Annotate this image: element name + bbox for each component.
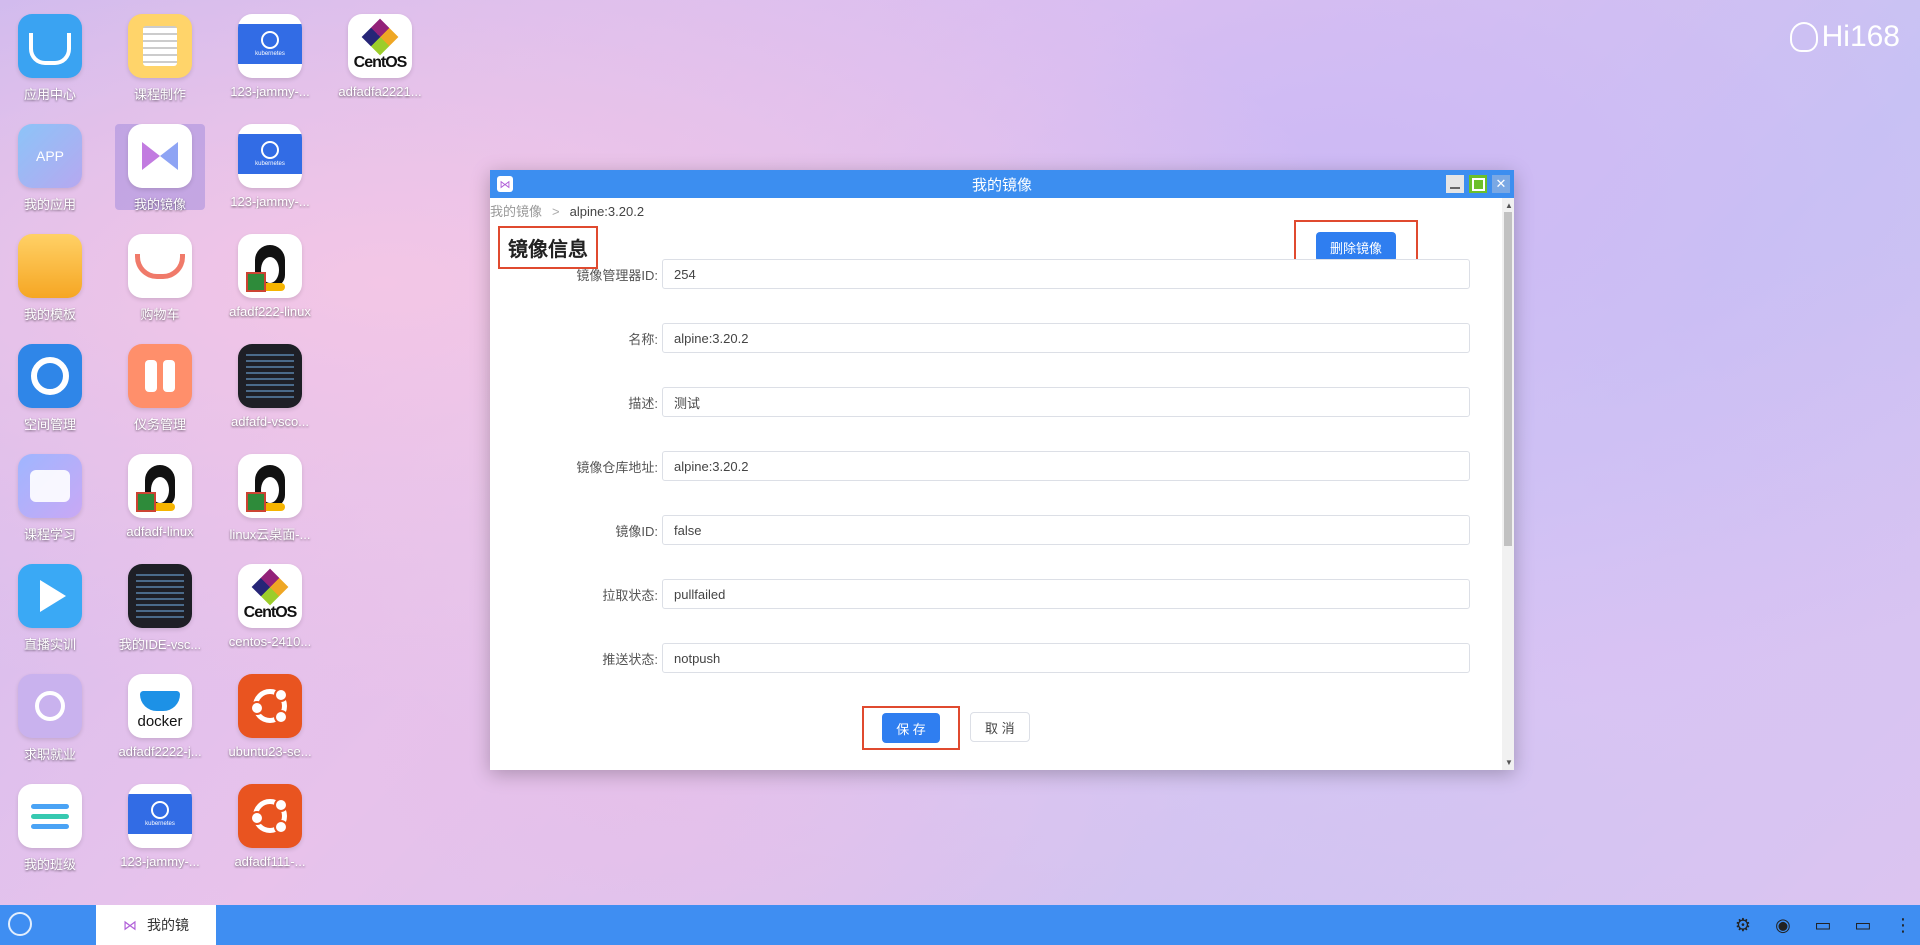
- shopping-bag-icon: [18, 14, 82, 78]
- desktop-icon-service-management[interactable]: 仪务管理: [110, 344, 210, 433]
- desktop-icon-ubuntu-2[interactable]: adfadf111-...: [220, 784, 320, 869]
- taskbar: ⋈ 我的镜 ⚙ ◉ ▭ ▭ ⋮: [0, 905, 1920, 945]
- desktop-icon-adfadf-linux[interactable]: adfadf-linux: [110, 454, 210, 539]
- chat-icon[interactable]: ▭: [1812, 914, 1834, 936]
- maximize-button[interactable]: [1469, 175, 1487, 193]
- desktop-icon-my-ide[interactable]: 我的IDE-vsc...: [110, 564, 210, 653]
- bowtie-icon: [128, 124, 192, 188]
- monitor-icon[interactable]: ▭: [1852, 914, 1874, 936]
- minimize-button[interactable]: [1446, 175, 1464, 193]
- bear-icon: [1789, 22, 1818, 52]
- linux-tux-icon: [238, 454, 302, 518]
- desktop-icon-docker[interactable]: docker adfadf2222-j...: [110, 674, 210, 759]
- close-button[interactable]: ✕: [1492, 175, 1510, 193]
- description-input[interactable]: [662, 387, 1470, 417]
- form-row: 镜像仓库地址:: [490, 450, 1490, 482]
- linux-tux-icon: [238, 234, 302, 298]
- desktop-icon-ubuntu-1[interactable]: ubuntu23-se...: [220, 674, 320, 759]
- bowtie-icon: ⋈: [123, 916, 137, 933]
- book-icon: [18, 454, 82, 518]
- desktop-icon-my-apps[interactable]: APP 我的应用: [0, 124, 100, 213]
- ubuntu-icon: [238, 784, 302, 848]
- image-manager-id-input[interactable]: [662, 259, 1470, 289]
- ubuntu-icon: [238, 674, 302, 738]
- kubernetes-icon: kubernetes: [238, 124, 302, 188]
- breadcrumb-current: alpine:3.20.2: [569, 204, 645, 219]
- desktop-icon-my-images[interactable]: 我的镜像: [115, 124, 205, 212]
- form-row: 推送状态:: [490, 642, 1490, 674]
- my-images-window: ⋈ 我的镜像 ✕ 我的镜像 > alpine:3.20.2 镜像信息 删除镜像 镜像…: [490, 170, 1514, 770]
- list-icon: [18, 784, 82, 848]
- bowtie-icon: ⋈: [497, 176, 513, 192]
- start-menu-icon[interactable]: [8, 912, 32, 936]
- scrollbar-thumb[interactable]: [1504, 212, 1512, 546]
- pull-status-input[interactable]: [662, 579, 1470, 609]
- code-editor-icon: [128, 564, 192, 628]
- window-title: 我的镜像: [971, 176, 1032, 194]
- taskbar-item-my-images[interactable]: ⋈ 我的镜: [96, 905, 216, 945]
- form-row: 名称:: [490, 322, 1490, 354]
- desktop-icon-my-class[interactable]: 我的班级: [0, 784, 100, 873]
- form-row: 镜像ID:: [490, 514, 1490, 546]
- brand-logo: Hi168: [1789, 20, 1900, 54]
- app-icon: APP: [18, 124, 82, 188]
- breadcrumb-root[interactable]: 我的镜像: [490, 204, 542, 219]
- desktop-icon-k8s-1[interactable]: kubernetes 123-jammy-...: [220, 14, 320, 99]
- globe-icon: [18, 344, 82, 408]
- registry-address-input[interactable]: [662, 451, 1470, 481]
- notebook-icon: [128, 14, 192, 78]
- image-id-input[interactable]: [662, 515, 1470, 545]
- kubernetes-icon: kubernetes: [238, 14, 302, 78]
- desktop-icon-job-hunting[interactable]: 求职就业: [0, 674, 100, 763]
- desktop-icon-live-training[interactable]: 直播实训: [0, 564, 100, 653]
- folder-icon: [18, 234, 82, 298]
- form-row: 拉取状态:: [490, 578, 1490, 610]
- cart-icon: [128, 234, 192, 298]
- save-highlight: 保 存: [862, 706, 960, 750]
- scroll-up-icon[interactable]: ▲: [1505, 201, 1513, 210]
- vertical-scrollbar[interactable]: ▲ ▼: [1502, 198, 1514, 770]
- kubernetes-icon: kubernetes: [128, 784, 192, 848]
- desktop-icon-linux-cloud-desktop[interactable]: linux云桌面-...: [220, 454, 320, 543]
- desktop-icon-course-making[interactable]: 课程制作: [110, 14, 210, 103]
- linux-tux-icon: [128, 454, 192, 518]
- desktop-icon-app-center[interactable]: 应用中心: [0, 14, 100, 103]
- desktop-icon-cart[interactable]: 购物车: [110, 234, 210, 323]
- scroll-down-icon[interactable]: ▼: [1505, 758, 1513, 767]
- form-row: 描述:: [490, 386, 1490, 418]
- desktop-icon-space-management[interactable]: 空间管理: [0, 344, 100, 433]
- desktop-icon-centos[interactable]: CentOS centos-2410...: [220, 564, 320, 649]
- desktop-icon-centos-top[interactable]: CentOS adfadfa2221...: [330, 14, 430, 99]
- push-status-input[interactable]: [662, 643, 1470, 673]
- cancel-button[interactable]: 取 消: [970, 712, 1030, 742]
- settings-icon[interactable]: ⚙: [1732, 914, 1754, 936]
- system-tray: ⚙ ◉ ▭ ▭ ⋮: [1732, 914, 1914, 936]
- save-button[interactable]: 保 存: [882, 713, 940, 743]
- more-icon[interactable]: ⋮: [1892, 914, 1914, 936]
- wechat-icon[interactable]: ◉: [1772, 914, 1794, 936]
- window-content: 我的镜像>alpine:3.20.2 镜像信息 删除镜像 镜像管理器ID: 名称…: [490, 198, 1502, 770]
- centos-icon: CentOS: [238, 564, 302, 628]
- form-row: 镜像管理器ID:: [490, 258, 1490, 290]
- desktop-icon-k8s-2[interactable]: kubernetes 123-jammy-...: [220, 124, 320, 209]
- name-input[interactable]: [662, 323, 1470, 353]
- desktop-icon-my-templates[interactable]: 我的模板: [0, 234, 100, 323]
- desktop-icon-k8s-3[interactable]: kubernetes 123-jammy-...: [110, 784, 210, 869]
- centos-icon: CentOS: [348, 14, 412, 78]
- desktop-icon-course-study[interactable]: 课程学习: [0, 454, 100, 543]
- desktop-icon-afadf222-linux[interactable]: afadf222-linux: [220, 234, 320, 319]
- desktop-icon-vscode[interactable]: adfafd-vsco...: [220, 344, 320, 429]
- brand-text: Hi168: [1821, 20, 1900, 53]
- breadcrumb: 我的镜像 > alpine:3.20.2: [490, 204, 645, 219]
- code-editor-icon: [238, 344, 302, 408]
- play-icon: [18, 564, 82, 628]
- pause-icon: [128, 344, 192, 408]
- docker-icon: docker: [128, 674, 192, 738]
- key-icon: [18, 674, 82, 738]
- window-titlebar[interactable]: ⋈ 我的镜像 ✕: [490, 170, 1514, 198]
